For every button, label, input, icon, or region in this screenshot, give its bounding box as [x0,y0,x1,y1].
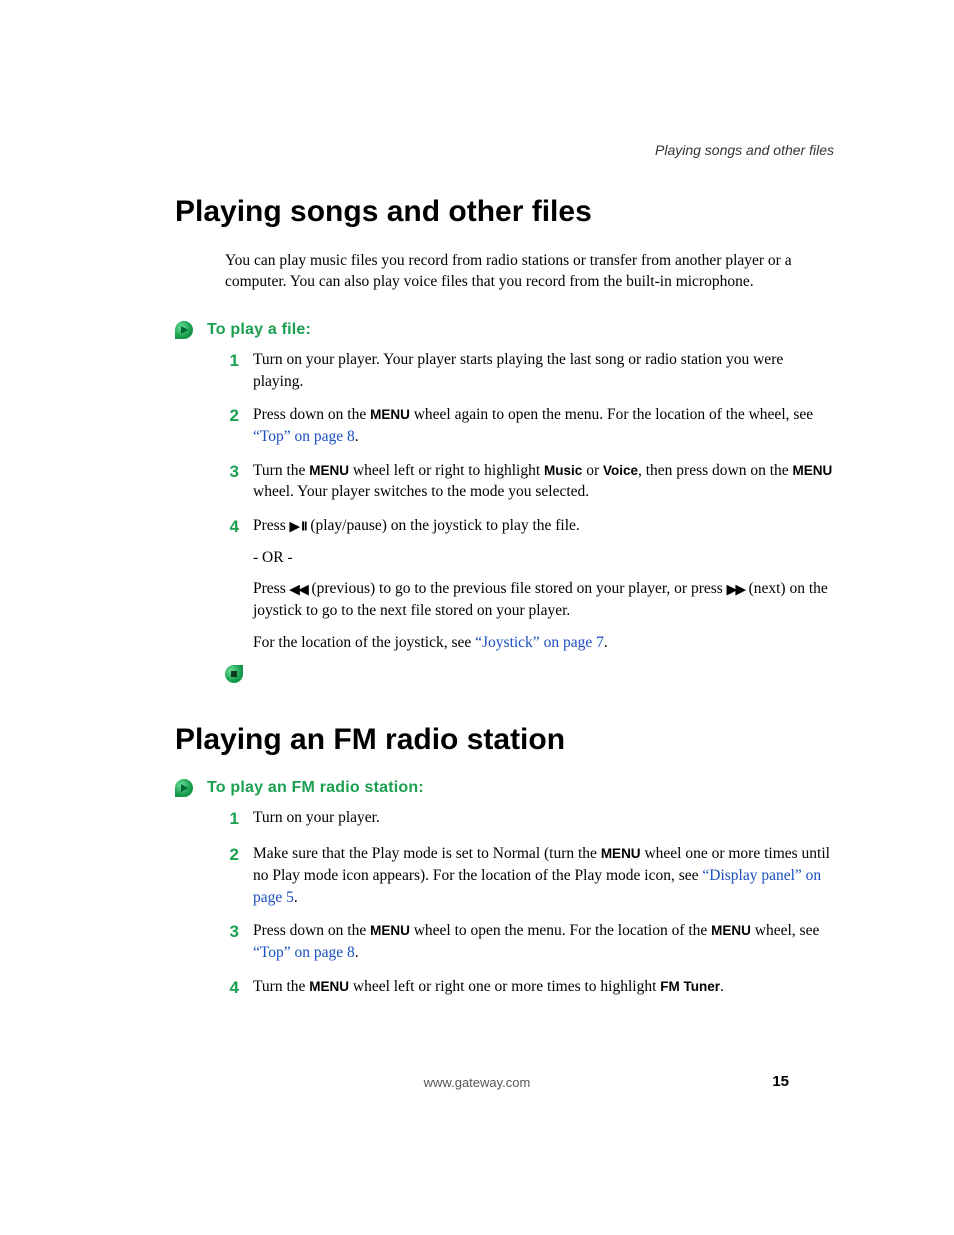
step-text: Make sure that the Play mode is set to N… [253,843,834,908]
ui-label-voice: Voice [603,463,638,478]
ui-label-menu: MENU [309,979,349,994]
ui-label-menu: MENU [370,407,410,422]
step-item: 3 Press down on the MENU wheel to open t… [225,920,834,963]
play-triangle-icon [175,321,193,339]
xref-joystick-page7[interactable]: “Joystick” on page 7 [475,634,604,651]
play-triangle-icon [175,779,193,797]
section-title-playing-songs: Playing songs and other files [175,195,834,229]
step-number: 4 [225,976,239,1000]
ui-label-fm-tuner: FM Tuner [660,979,720,994]
xref-top-page8[interactable]: “Top” on page 8 [253,944,355,961]
step-text: Press ▶ II (play/pause) on the joystick … [253,515,834,653]
step-number: 1 [225,807,239,831]
step-item: 4 Turn the MENU wheel left or right one … [225,976,834,1000]
step-number: 2 [225,843,239,908]
step-item: 2 Make sure that the Play mode is set to… [225,843,834,908]
ui-label-menu: MENU [793,463,833,478]
play-pause-icon: ▶ II [290,518,307,533]
step-number: 3 [225,460,239,503]
stop-square-icon [225,665,243,683]
step-number: 1 [225,349,239,392]
page-number: 15 [772,1073,789,1090]
next-icon: ▶▶ [727,582,745,597]
section-title-fm-radio: Playing an FM radio station [175,723,834,757]
ui-label-menu: MENU [370,923,410,938]
previous-icon: ◀◀ [290,582,308,597]
running-head: Playing songs and other files [655,142,834,158]
step-item: 4 Press ▶ II (play/pause) on the joystic… [225,515,834,653]
footer-url: www.gateway.com [0,1075,954,1090]
step-text: Turn the MENU wheel left or right to hig… [253,460,834,503]
procedure-title: To play an FM radio station: [207,779,424,797]
step-item: 2 Press down on the MENU wheel again to … [225,404,834,447]
step-item: 1 Turn on your player. Your player start… [225,349,834,392]
step-item: 3 Turn the MENU wheel left or right to h… [225,460,834,503]
procedure-title: To play a file: [207,321,311,339]
step-text: Press down on the MENU wheel to open the… [253,920,834,963]
ui-label-menu: MENU [711,923,751,938]
step-item: 1 Turn on your player. [225,807,834,831]
ui-label-music: Music [544,463,582,478]
step-text: Turn the MENU wheel left or right one or… [253,976,834,1000]
ui-label-menu: MENU [309,463,349,478]
step-text: Press down on the MENU wheel again to op… [253,404,834,447]
ui-label-menu: MENU [601,846,641,861]
intro-paragraph: You can play music files you record from… [225,251,834,293]
step-text: Turn on your player. [253,807,834,831]
step-number: 2 [225,404,239,447]
step-text: Turn on your player. Your player starts … [253,349,834,392]
step-number: 3 [225,920,239,963]
step-number: 4 [225,515,239,653]
xref-top-page8[interactable]: “Top” on page 8 [253,428,355,445]
